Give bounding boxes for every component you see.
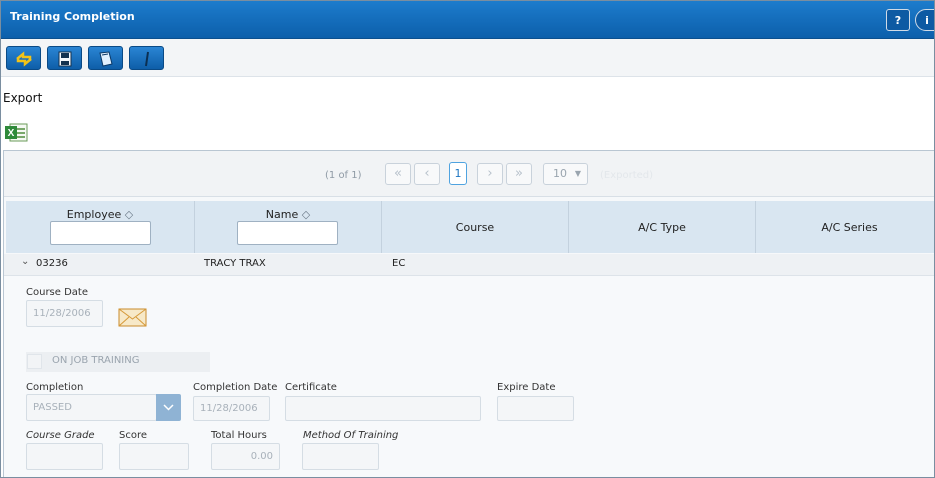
name-header-label: Name <box>265 208 299 221</box>
first-page-button[interactable]: « <box>385 163 411 185</box>
expire-date-field[interactable] <box>497 396 574 421</box>
completion-date-field[interactable]: 11/28/2006 <box>193 396 270 421</box>
ac-type-header-label: A/C Type <box>638 221 686 234</box>
help-button[interactable]: ? <box>886 9 910 31</box>
svg-text:X: X <box>8 128 15 139</box>
certificate-field[interactable] <box>285 396 481 421</box>
envelope-icon <box>118 308 147 327</box>
refresh-icon <box>16 51 32 67</box>
prev-page-button[interactable]: ‹ <box>414 163 440 185</box>
paginator: (1 of 1) « ‹ 1 › » 10 ▼ (Exported) <box>4 151 934 197</box>
page-info: (1 of 1) <box>325 170 362 181</box>
info-icon: i <box>925 14 929 27</box>
double-chevron-right-icon: » <box>515 166 523 181</box>
expire-date-label: Expire Date <box>497 382 556 393</box>
method-of-training-label: Method Of Training <box>303 430 399 441</box>
next-page-button[interactable]: › <box>477 163 503 185</box>
training-grid: (1 of 1) « ‹ 1 › » 10 ▼ (Exported) Emplo… <box>3 150 934 477</box>
refresh-button[interactable] <box>6 46 41 70</box>
double-chevron-left-icon: « <box>394 166 402 181</box>
course-header-label: Course <box>455 221 495 234</box>
name-filter-input[interactable] <box>237 221 338 245</box>
method-of-training-field[interactable] <box>302 443 379 470</box>
column-header-ac-series[interactable]: A/C Series <box>756 201 934 253</box>
email-button[interactable] <box>118 306 148 331</box>
chevron-left-icon: ‹ <box>424 166 430 181</box>
column-header-ac-type[interactable]: A/C Type <box>569 201 756 253</box>
course-grade-field[interactable] <box>26 443 103 470</box>
cell-course: EC <box>392 258 406 269</box>
ac-series-header-label: A/C Series <box>821 221 878 234</box>
sort-icon: ◇ <box>124 208 134 221</box>
employee-header-label: Employee <box>66 208 122 221</box>
app-window: Training Completion ? i Export X (1 of 1… <box>0 0 935 478</box>
book-icon <box>99 51 113 67</box>
checkbox-box[interactable] <box>27 354 42 369</box>
rows-per-page-value: 10 <box>553 167 567 180</box>
column-header-employee-title: Employee ◇ <box>6 208 194 221</box>
table-row[interactable]: ⌄ 03236 TRACY TRAX EC <box>4 254 934 276</box>
save-button[interactable] <box>47 46 82 70</box>
column-header-employee[interactable]: Employee ◇ <box>6 201 195 253</box>
info-button[interactable]: i <box>915 9 934 31</box>
on-job-training-checkbox[interactable]: ON JOB TRAINING <box>26 352 210 372</box>
completion-dropdown-button[interactable] <box>156 394 181 421</box>
employee-filter-input[interactable] <box>50 221 151 245</box>
course-date-field[interactable]: 11/28/2006 <box>26 300 103 327</box>
exported-label: (Exported) <box>600 170 654 181</box>
column-header-name-title: Name ◇ <box>195 208 381 221</box>
score-field[interactable] <box>119 443 189 470</box>
row-toggle-icon[interactable]: ⌄ <box>21 256 29 267</box>
toolbar <box>1 39 934 77</box>
save-icon <box>58 51 72 67</box>
export-label: Export <box>3 91 43 105</box>
notes-button[interactable] <box>88 46 123 70</box>
total-hours-field[interactable]: 0.00 <box>211 443 280 470</box>
excel-icon: X <box>5 123 28 142</box>
course-date-label: Course Date <box>26 287 88 298</box>
chevron-down-icon <box>163 404 174 411</box>
pen-icon <box>145 51 149 67</box>
title-bar: Training Completion ? i <box>1 1 934 39</box>
column-header-course[interactable]: Course <box>382 201 569 253</box>
completion-select[interactable]: PASSED <box>26 394 157 421</box>
caret-down-icon: ▼ <box>574 169 581 178</box>
completion-label: Completion <box>26 382 84 393</box>
on-job-training-label: ON JOB TRAINING <box>52 355 140 366</box>
completion-date-label: Completion Date <box>193 382 278 393</box>
cell-name: TRACY TRAX <box>204 258 266 269</box>
certificate-label: Certificate <box>285 382 337 393</box>
edit-button[interactable] <box>129 46 164 70</box>
last-page-button[interactable]: » <box>506 163 532 185</box>
total-hours-label: Total Hours <box>211 430 267 441</box>
cell-employee: 03236 <box>36 258 68 269</box>
course-grade-label: Course Grade <box>26 430 95 441</box>
sort-icon: ◇ <box>301 208 311 221</box>
window-title: Training Completion <box>10 10 135 23</box>
page-1-button[interactable]: 1 <box>449 162 467 185</box>
export-excel-button[interactable]: X <box>4 122 29 147</box>
chevron-right-icon: › <box>487 166 493 181</box>
column-header-name[interactable]: Name ◇ <box>195 201 382 253</box>
score-label: Score <box>119 430 148 441</box>
rows-per-page-select[interactable]: 10 ▼ <box>543 163 588 185</box>
